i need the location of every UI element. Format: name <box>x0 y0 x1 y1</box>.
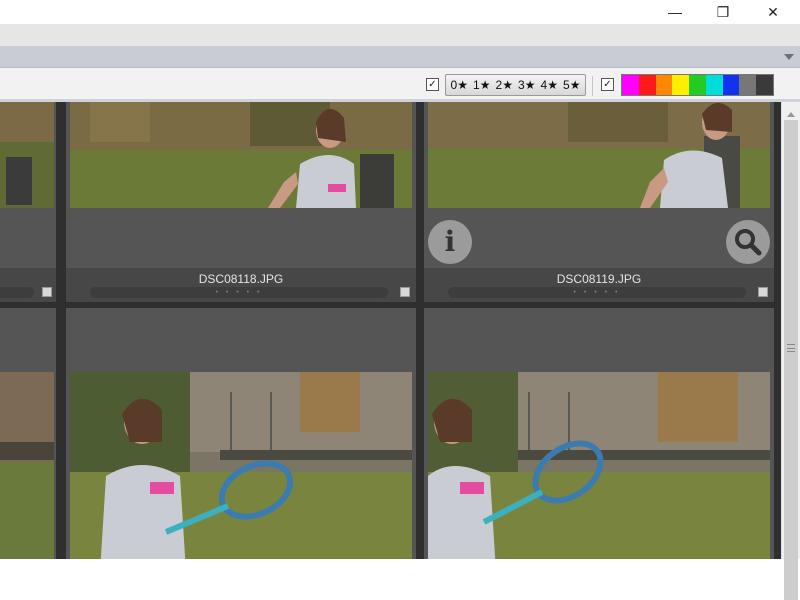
panel-header <box>0 46 800 68</box>
restore-button[interactable]: ❐ <box>700 0 746 24</box>
star-filter-checkbox[interactable]: ✓ <box>426 78 439 91</box>
photo-thumbnail[interactable] <box>428 372 770 559</box>
tag-checkbox[interactable] <box>42 287 52 297</box>
info-button[interactable]: i <box>428 220 472 264</box>
thumbnail-footer: DSC08119.JPG • • • • • <box>424 268 774 302</box>
color-swatch-2[interactable] <box>655 75 673 95</box>
thumbnail-cell[interactable]: DSC08118.JPG • • • • • <box>66 102 416 302</box>
thumbnail-cell[interactable] <box>0 308 56 559</box>
star-filter-1[interactable]: 1★ <box>473 78 490 92</box>
color-swatch-1[interactable] <box>638 75 656 95</box>
window-title-bar: — ❐ ✕ <box>0 0 800 24</box>
photo-thumbnail[interactable] <box>70 102 412 208</box>
thumbnail-cell[interactable] <box>0 102 56 302</box>
zoom-button[interactable] <box>726 220 770 264</box>
star-filter-5[interactable]: 5★ <box>563 78 580 92</box>
color-swatch-6[interactable] <box>722 75 740 95</box>
thumbnail-cell[interactable] <box>424 308 774 559</box>
color-swatch-0[interactable] <box>622 75 639 95</box>
scrollbar-thumb[interactable] <box>784 120 798 600</box>
photo-thumbnail[interactable] <box>0 372 54 559</box>
chevron-down-icon[interactable] <box>784 54 794 60</box>
thumbnail-grid: DSC08118.JPG • • • • • i DSC08119.JPG • … <box>0 102 781 559</box>
thumbnail-cell[interactable] <box>66 308 416 559</box>
photo-thumbnail[interactable] <box>428 102 770 208</box>
thumbnail-footer: DSC08118.JPG • • • • • <box>66 268 416 302</box>
thumbnail-filename: DSC08118.JPG <box>198 272 284 286</box>
color-filter-checkbox[interactable]: ✓ <box>601 78 614 91</box>
star-filter-4[interactable]: 4★ <box>541 78 558 92</box>
minimize-button[interactable]: — <box>652 0 698 24</box>
menu-strip <box>0 24 800 46</box>
toolbar-divider <box>592 76 593 96</box>
color-swatch-7[interactable] <box>739 75 757 95</box>
vertical-scrollbar[interactable] <box>781 102 800 600</box>
color-swatch-8[interactable] <box>756 75 774 95</box>
tag-checkbox[interactable] <box>400 287 410 297</box>
scroll-up-arrow[interactable] <box>787 112 795 117</box>
rating-bar[interactable]: • • • • • <box>90 287 388 298</box>
thumbnail-filename: DSC08119.JPG <box>556 272 642 286</box>
star-filter-3[interactable]: 3★ <box>518 78 535 92</box>
grip-icon <box>787 344 795 352</box>
close-button[interactable]: ✕ <box>750 0 796 24</box>
rating-bar[interactable]: • • • • • <box>448 287 746 298</box>
star-filter-2[interactable]: 2★ <box>496 78 513 92</box>
thumbnail-footer <box>0 268 56 302</box>
rating-bar[interactable] <box>0 287 34 298</box>
color-swatch-5[interactable] <box>705 75 723 95</box>
magnifier-icon <box>735 229 762 256</box>
tag-checkbox[interactable] <box>758 287 768 297</box>
color-label-filter <box>621 74 774 96</box>
color-swatch-3[interactable] <box>672 75 690 95</box>
photo-thumbnail[interactable] <box>0 102 54 208</box>
thumbnail-cell[interactable]: i DSC08119.JPG • • • • • <box>424 102 774 302</box>
color-swatch-4[interactable] <box>689 75 706 95</box>
filter-toolbar: ✓ 0★ 1★ 2★ 3★ 4★ 5★ ✓ <box>0 68 800 102</box>
photo-thumbnail[interactable] <box>70 372 412 559</box>
star-rating-filter: 0★ 1★ 2★ 3★ 4★ 5★ <box>445 74 586 96</box>
star-filter-0[interactable]: 0★ <box>451 78 468 92</box>
